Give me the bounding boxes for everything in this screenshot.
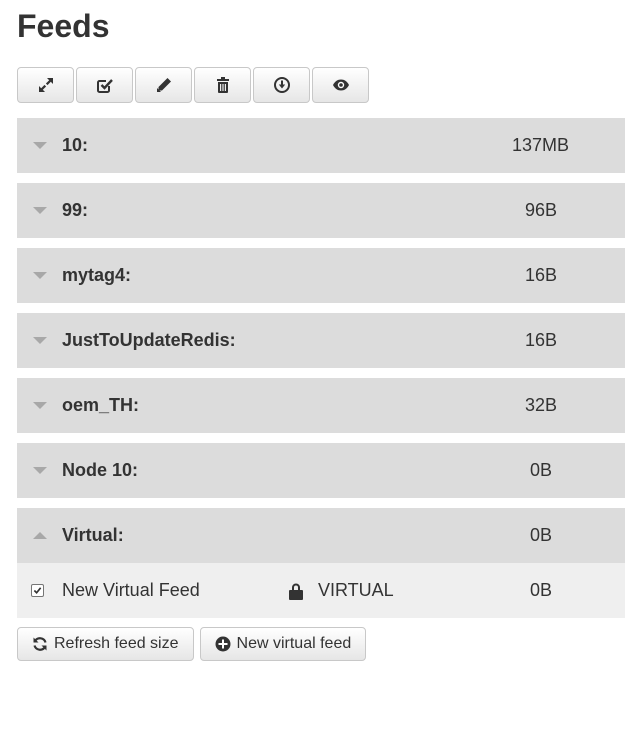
group-size: 96B	[525, 200, 558, 220]
group-name: 10:	[62, 135, 89, 155]
group-size: 16B	[525, 330, 558, 350]
group-size: 0B	[530, 460, 553, 480]
group-name: mytag4:	[62, 265, 132, 285]
edit-icon	[156, 78, 171, 92]
caret-down-icon	[33, 272, 47, 279]
delete-button[interactable]	[194, 67, 251, 103]
trash-icon	[216, 77, 229, 93]
feed-row-new-virtual-feed[interactable]: New Virtual Feed VIRTUAL 0B	[17, 563, 625, 618]
group-row-node-10[interactable]: Node 10: 0B	[17, 443, 625, 498]
download-button[interactable]	[253, 67, 310, 103]
group-size: 0B	[530, 525, 553, 545]
feed-size: 0B	[530, 580, 553, 600]
select-all-icon	[96, 79, 113, 93]
feed-name: New Virtual Feed	[62, 580, 200, 600]
group-name: Node 10:	[62, 460, 139, 480]
new-virtual-feed-button[interactable]: New virtual feed	[199, 627, 367, 661]
bottom-actions: Refresh feed size New virtual feed	[17, 627, 372, 661]
caret-down-icon	[33, 207, 47, 214]
caret-down-icon	[33, 142, 47, 149]
group-row-oem-th[interactable]: oem_TH: 32B	[17, 378, 625, 433]
page-title: Feeds	[17, 8, 110, 44]
group-row-virtual[interactable]: Virtual: 0B	[17, 508, 625, 563]
toolbar	[17, 67, 371, 103]
feed-engine: VIRTUAL	[318, 580, 394, 600]
caret-down-icon	[33, 402, 47, 409]
group-size: 32B	[525, 395, 558, 415]
download-icon	[273, 77, 290, 93]
expand-icon	[38, 78, 53, 92]
feed-checkbox[interactable]	[31, 584, 44, 597]
plus-circle-icon	[215, 636, 231, 652]
new-virtual-feed-label: New virtual feed	[236, 635, 352, 652]
group-name: JustToUpdateRedis:	[62, 330, 236, 350]
group-size: 137MB	[512, 135, 570, 155]
refresh-icon	[33, 637, 47, 651]
group-row-99[interactable]: 99: 96B	[17, 183, 625, 238]
checkmark-icon	[33, 587, 42, 594]
caret-down-icon	[33, 337, 47, 344]
group-size: 16B	[525, 265, 558, 285]
select-all-button[interactable]	[76, 67, 133, 103]
group-row-justtoupdateredis[interactable]: JustToUpdateRedis: 16B	[17, 313, 625, 368]
group-name: oem_TH:	[62, 395, 140, 415]
group-name: 99:	[62, 200, 89, 220]
expand-button[interactable]	[17, 67, 74, 103]
edit-button[interactable]	[135, 67, 192, 103]
group-row-10[interactable]: 10: 137MB	[17, 118, 625, 173]
caret-down-icon	[33, 467, 47, 474]
caret-up-icon	[33, 532, 47, 539]
refresh-label: Refresh feed size	[54, 635, 179, 652]
eye-icon	[332, 79, 349, 91]
feed-list: 10: 137MB 99: 96B mytag4: 16B JustToUpda…	[17, 118, 625, 618]
group-name: Virtual:	[62, 525, 124, 545]
refresh-feed-size-button[interactable]: Refresh feed size	[17, 627, 194, 661]
lock-icon	[289, 583, 303, 600]
group-row-mytag4[interactable]: mytag4: 16B	[17, 248, 625, 303]
view-button[interactable]	[312, 67, 369, 103]
